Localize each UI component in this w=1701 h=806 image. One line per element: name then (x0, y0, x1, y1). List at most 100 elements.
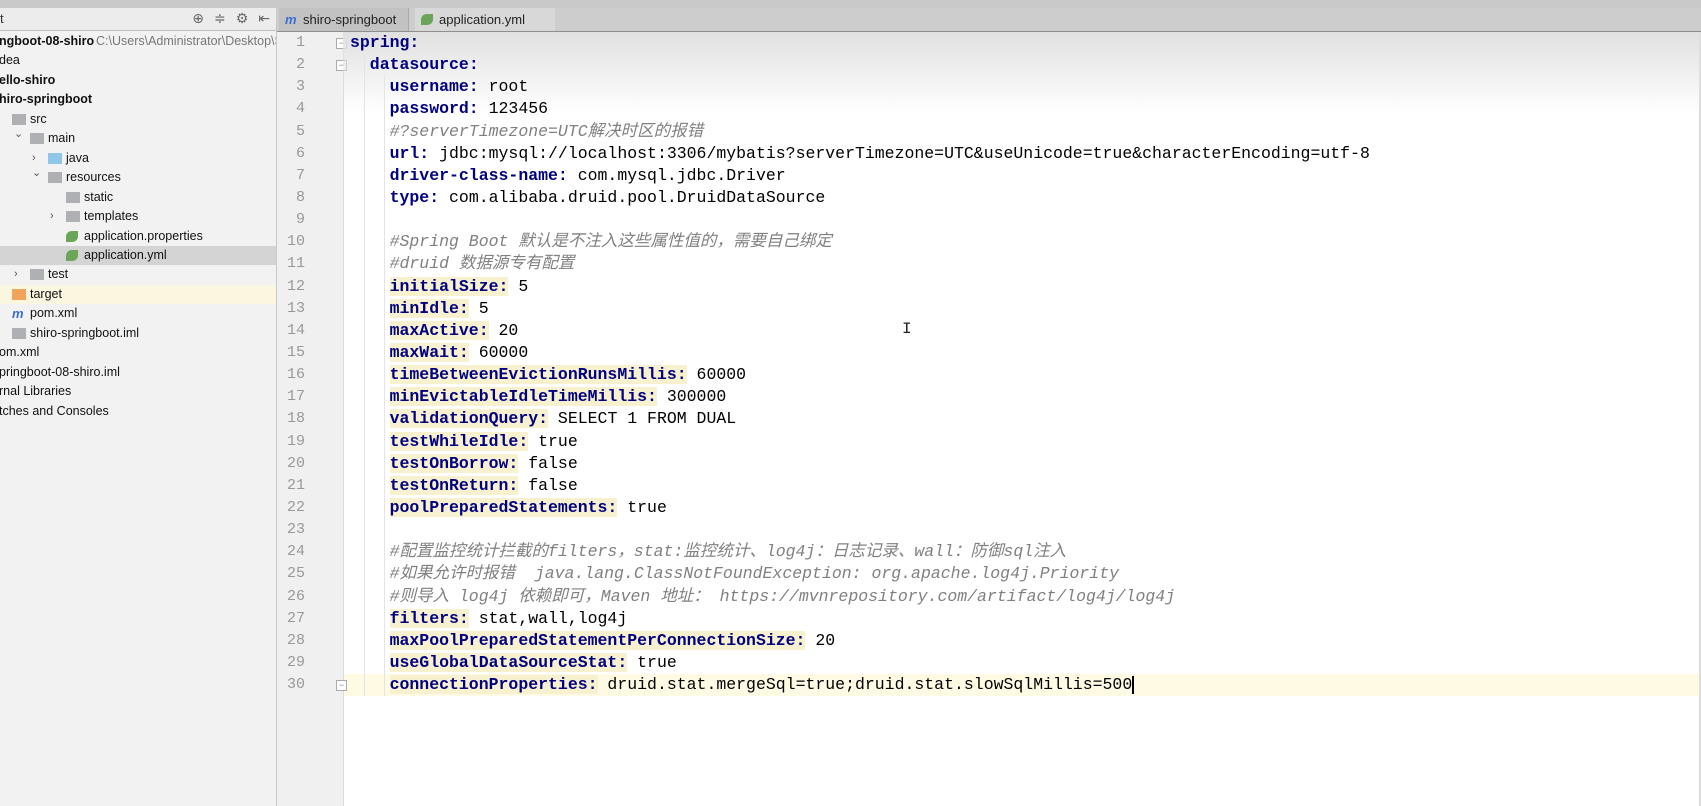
tree-item[interactable]: ⌄ resources (0, 168, 276, 187)
yaml-comment: #配置监控统计拦截的filters，stat:监控统计、log4j：日志记录、w… (389, 542, 1067, 562)
tree-item-label: java (66, 150, 89, 165)
indent-guide (363, 54, 365, 697)
tree-item-label: src (30, 111, 47, 126)
gear-icon[interactable]: ⚙ (236, 10, 249, 27)
line-number: 7 (295, 166, 305, 184)
code-line: spring: (350, 32, 419, 54)
yaml-value: 20 (488, 320, 519, 340)
fold-marker-icon[interactable]: − (336, 680, 347, 692)
line-number: 10 (286, 233, 305, 251)
tree-item[interactable]: ngboot-08-shiro C:\Users\Administrator\De… (0, 32, 276, 51)
chevron-right-icon[interactable]: › (50, 207, 60, 226)
tree-item-label: dea (0, 53, 20, 68)
project-view-selector[interactable]: t (0, 11, 4, 26)
yaml-comment: #Spring Boot 默认是不注入这些属性值的，需要自己绑定 (389, 232, 832, 252)
project-panel-header: t ⊕ ≑ ⚙ ⇤ (0, 8, 276, 31)
line-number: 18 (286, 410, 305, 428)
tree-item-label: test (48, 267, 69, 282)
tree-item[interactable]: hiro-springboot (0, 90, 276, 109)
tree-item-label: static (84, 189, 114, 204)
tree-item[interactable]: › test (0, 265, 276, 284)
tab-label: shiro-springboot (303, 12, 397, 27)
tab-application-yml[interactable]: application.yml (415, 8, 555, 31)
spring-leaf-icon (421, 14, 433, 25)
code-line: connectionProperties: druid.stat.mergeSq… (389, 674, 1135, 696)
tree-item-label: resources (66, 170, 121, 185)
hide-icon[interactable]: ⇤ (258, 10, 270, 27)
tab-shiro-springboot[interactable]: m shiro-springboot × (279, 8, 409, 50)
tree-item-label: shiro-springboot.iml (30, 325, 140, 340)
line-number: 8 (295, 188, 305, 206)
code-line: #则导入 log4j 依赖即可，Maven 地址： https://mvnrep… (390, 586, 1176, 608)
yaml-value: SELECT 1 FROM DUAL (548, 409, 737, 429)
chevron-down-icon[interactable]: ⌄ (32, 168, 42, 183)
yaml-value: 60000 (468, 342, 529, 362)
tree-item-label: ngboot-08-shiro (0, 34, 95, 48)
code-line: #druid 数据源专有配置 (390, 253, 575, 275)
line-number: 20 (286, 454, 305, 472)
yaml-value: 5 (508, 276, 529, 296)
tree-item-label: hiro-springboot (0, 92, 93, 107)
tree-item[interactable]: ello-shiro (0, 71, 276, 90)
tree-item[interactable]: rnal Libraries (0, 382, 276, 401)
code-line: username: root (390, 76, 529, 98)
line-number: 14 (286, 321, 305, 339)
yaml-key: minEvictableIdleTimeMillis: (389, 387, 657, 407)
chevron-right-icon[interactable]: › (32, 149, 42, 168)
tree-item[interactable]: › templates (0, 207, 276, 226)
chevron-right-icon[interactable]: › (14, 265, 24, 284)
tree-item[interactable]: src (0, 110, 276, 129)
code-line: #Spring Boot 默认是不注入这些属性值的，需要自己绑定 (390, 231, 832, 253)
tree-item[interactable]: m pom.xml (0, 304, 276, 323)
line-number: 23 (286, 521, 305, 539)
code-line: testWhileIdle: true (389, 431, 578, 453)
tree-item[interactable]: ⌄ main (0, 129, 276, 148)
yaml-value: druid.stat.mergeSql=true;druid.stat.slow… (597, 675, 1133, 695)
tree-item-label: pom.xml (30, 306, 78, 321)
yaml-key: connectionProperties: (389, 675, 598, 695)
code-line: minIdle: 5 (389, 298, 489, 320)
yaml-key: datasource: (369, 55, 479, 75)
tree-item-label: om.xml (0, 345, 40, 360)
tree-item[interactable]: tches and Consoles (0, 402, 276, 421)
code-editor[interactable]: 1 2 3 4 5 6 7 8 9 10 11 12 13 14 15 16 17 18 19 20 21 22 23 24 2… (277, 32, 1701, 806)
line-number: 12 (286, 277, 305, 295)
folder-blue-icon (48, 152, 62, 164)
tree-item[interactable]: static (0, 188, 276, 207)
tree-item[interactable]: dea (0, 51, 276, 70)
folder-orange-icon (12, 288, 26, 300)
line-number: 19 (286, 432, 305, 450)
line-number: 1 (295, 34, 305, 51)
tree-item[interactable]: application.properties (0, 227, 276, 246)
tree-item[interactable]: target (0, 284, 276, 304)
tree-item[interactable]: › java (0, 149, 276, 168)
folder-icon (30, 133, 44, 145)
chevron-down-icon[interactable]: ⌄ (14, 129, 24, 144)
locate-icon[interactable]: ⊕ (192, 10, 204, 27)
line-number: 6 (295, 144, 305, 162)
tree-item[interactable]: pringboot-08-shiro.iml (0, 363, 276, 382)
fold-marker-icon[interactable]: − (336, 60, 347, 72)
line-number: 26 (286, 587, 305, 605)
yaml-value: false (518, 453, 578, 473)
yaml-key: useGlobalDataSourceStat: (389, 652, 628, 672)
yaml-key: timeBetweenEvictionRunsMillis: (389, 365, 687, 385)
yaml-value: true (627, 652, 677, 672)
code-line: type: com.alibaba.druid.pool.DruidDataSo… (390, 187, 826, 209)
tree-item-label: pringboot-08-shiro.iml (0, 364, 120, 379)
fold-marker-icon[interactable]: − (336, 38, 347, 49)
code-line: #如果允许时报错 java.lang.ClassNotFoundExceptio… (390, 563, 1119, 585)
mouse-ibeam-cursor: I (902, 320, 912, 338)
tree-item[interactable]: shiro-springboot.iml (0, 324, 276, 343)
tree-item[interactable]: application.yml (0, 245, 276, 265)
tree-item-path: C:\Users\Administrator\Desktop\S (96, 34, 276, 48)
yaml-key: driver-class-name: (389, 165, 568, 185)
line-number: 24 (286, 543, 305, 561)
collapse-icon[interactable]: ≑ (214, 10, 226, 27)
tree-item-label: main (48, 131, 76, 146)
tree-item-label: target (30, 286, 62, 301)
yaml-value: com.mysql.jdbc.Driver (567, 165, 786, 185)
yaml-comment: #如果允许时报错 java.lang.ClassNotFoundExceptio… (389, 564, 1119, 584)
yaml-comment: #?serverTimezone=UTC解决时区的报错 (389, 121, 704, 141)
tree-item[interactable]: om.xml (0, 343, 276, 362)
